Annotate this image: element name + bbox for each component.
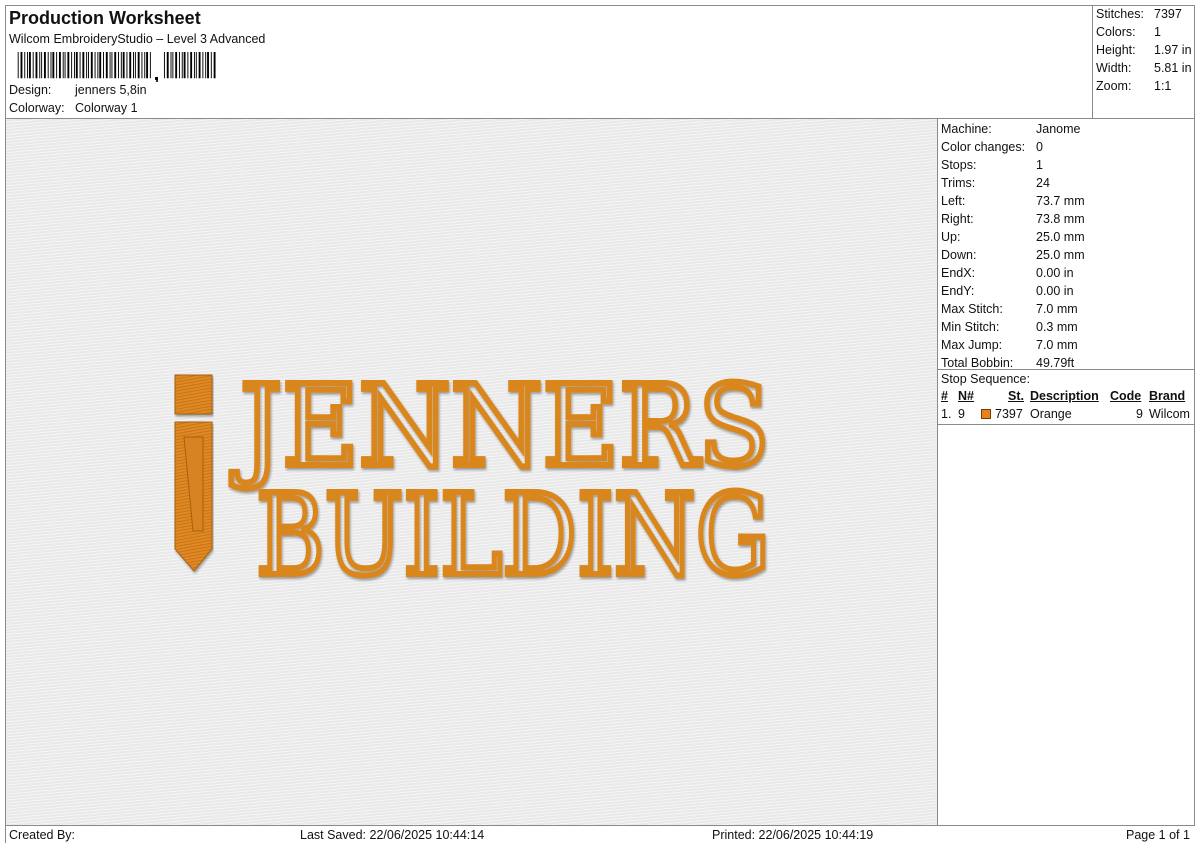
embroidery-design: JENNERS BUILDING: [174, 359, 773, 604]
zoom-label: Zoom:: [1096, 79, 1132, 93]
height-row: Height: 1.97 in: [1096, 43, 1192, 57]
colorway-value: Colorway 1: [75, 101, 138, 115]
machine-info-label: Color changes:: [941, 140, 1026, 154]
machine-info-value: 49.79ft: [1036, 356, 1075, 370]
height-value: 1.97 in: [1154, 43, 1192, 57]
pencil-logo-icon: [174, 374, 213, 572]
worksheet-header: Production Worksheet Wilcom EmbroiderySt…: [6, 6, 1092, 118]
height-label: Height:: [1096, 43, 1136, 57]
production-worksheet: Production Worksheet Wilcom EmbroiderySt…: [5, 5, 1195, 843]
worksheet-title: Production Worksheet: [9, 8, 201, 28]
design-label: Design:: [9, 83, 52, 97]
zoom-value: 1:1: [1154, 79, 1172, 93]
col-header-description: Description: [1030, 389, 1099, 403]
machine-info-row: Machine: Janome: [941, 120, 1080, 138]
printed-date: Printed: 22/06/2025 10:44:19: [712, 828, 874, 842]
machine-info-value: 25.0 mm: [1036, 248, 1085, 262]
col-header-brand: Brand: [1149, 389, 1186, 403]
colors-row: Colors: 1: [1096, 25, 1161, 39]
machine-info-label: EndY:: [941, 284, 975, 298]
machine-info-row: Max Jump: 7.0 mm: [941, 336, 1078, 354]
machine-info-label: Machine:: [941, 122, 992, 136]
stitches-label: Stitches:: [1096, 7, 1144, 21]
design-text-line-2: BUILDING: [256, 471, 770, 601]
machine-info-value: 73.7 mm: [1036, 194, 1085, 208]
colors-label: Colors:: [1096, 25, 1136, 39]
stop-sequence-header: Stop Sequence:: [938, 369, 1195, 387]
barcode-image: ,: [17, 52, 216, 82]
machine-info-row: Max Stitch: 7.0 mm: [941, 300, 1078, 318]
row-code: 9: [1136, 407, 1143, 421]
row-description: Orange: [1030, 407, 1072, 421]
machine-info-value: 0: [1036, 140, 1043, 154]
stop-sequence-title: Stop Sequence:: [941, 372, 1030, 386]
machine-info-value: 25.0 mm: [1036, 230, 1085, 244]
machine-info-row: EndY: 0.00 in: [941, 282, 1074, 300]
machine-info-value: 7.0 mm: [1036, 302, 1078, 316]
row-needle: 9: [958, 407, 965, 421]
stop-sequence-table: # N# St. Description Code Brand 1. 9 739…: [938, 387, 1195, 425]
col-header-needle: N#: [958, 389, 974, 403]
machine-info-row: Trims: 24: [941, 174, 1050, 192]
machine-info-label: Max Stitch:: [941, 302, 1003, 316]
machine-info-row: Color changes: 0: [941, 138, 1043, 156]
row-brand: Wilcom: [1149, 407, 1190, 421]
stitches-value: 7397: [1154, 7, 1182, 21]
last-saved: Last Saved: 22/06/2025 10:44:14: [300, 828, 485, 842]
width-row: Width: 5.81 in: [1096, 61, 1192, 75]
machine-info-panel: Machine: Janome Color changes: 0 Stops: 1 Trim…: [938, 118, 1195, 825]
machine-info-value: Janome: [1036, 122, 1081, 136]
width-label: Width:: [1096, 61, 1132, 75]
machine-info-label: Down:: [941, 248, 977, 262]
machine-info-label: EndX:: [941, 266, 976, 280]
machine-info-row: Stops: 1: [941, 156, 1043, 174]
machine-info-label: Up:: [941, 230, 961, 244]
machine-info-label: Min Stitch:: [941, 320, 1000, 334]
width-value: 5.81 in: [1154, 61, 1192, 75]
stitches-row: Stitches: 7397: [1096, 7, 1182, 21]
machine-info-value: 1: [1036, 158, 1043, 172]
machine-info-label: Stops:: [941, 158, 977, 172]
machine-info-row: Up: 25.0 mm: [941, 228, 1085, 246]
machine-info-row: Right: 73.8 mm: [941, 210, 1085, 228]
design-preview-canvas: JENNERS BUILDING: [6, 118, 938, 825]
machine-info-label: Trims:: [941, 176, 976, 190]
colorway-label: Colorway:: [9, 101, 65, 115]
thread-color-swatch: [981, 409, 991, 419]
barcode-separator: ,: [154, 62, 160, 82]
col-header-stitches: St.: [1008, 389, 1024, 403]
machine-info-label: Right:: [941, 212, 974, 226]
machine-info-label: Left:: [941, 194, 966, 208]
worksheet-footer: Created By: Last Saved: 22/06/2025 10:44…: [6, 825, 1195, 843]
machine-info-value: 24: [1036, 176, 1050, 190]
machine-info-value: 73.8 mm: [1036, 212, 1085, 226]
row-stitches: 7397: [995, 407, 1023, 421]
machine-info-label: Max Jump:: [941, 338, 1003, 352]
colorway-row: Colorway: Colorway 1: [9, 101, 138, 115]
colors-value: 1: [1154, 25, 1161, 39]
machine-info-value: 0.00 in: [1036, 266, 1074, 280]
machine-info-row: Down: 25.0 mm: [941, 246, 1085, 264]
machine-info-value: 7.0 mm: [1036, 338, 1078, 352]
software-name: Wilcom EmbroideryStudio – Level 3 Advanc…: [9, 32, 266, 46]
design-summary: Stitches: 7397 Colors: 1 Height: 1.97 in Wi…: [1092, 6, 1195, 118]
machine-info-value: 0.00 in: [1036, 284, 1074, 298]
design-row: Design: jenners 5,8in: [9, 83, 147, 97]
col-header-number: #: [941, 389, 948, 403]
machine-info-value: 0.3 mm: [1036, 320, 1078, 334]
row-number: 1.: [941, 407, 952, 421]
page-number: Page 1 of 1: [1126, 828, 1190, 842]
machine-info-row: Min Stitch: 0.3 mm: [941, 318, 1078, 336]
col-header-code: Code: [1110, 389, 1142, 403]
machine-info-row: Left: 73.7 mm: [941, 192, 1085, 210]
zoom-row: Zoom: 1:1: [1096, 79, 1171, 93]
design-value: jenners 5,8in: [75, 83, 147, 97]
created-by: Created By:: [9, 828, 76, 842]
machine-info-row: EndX: 0.00 in: [941, 264, 1074, 282]
